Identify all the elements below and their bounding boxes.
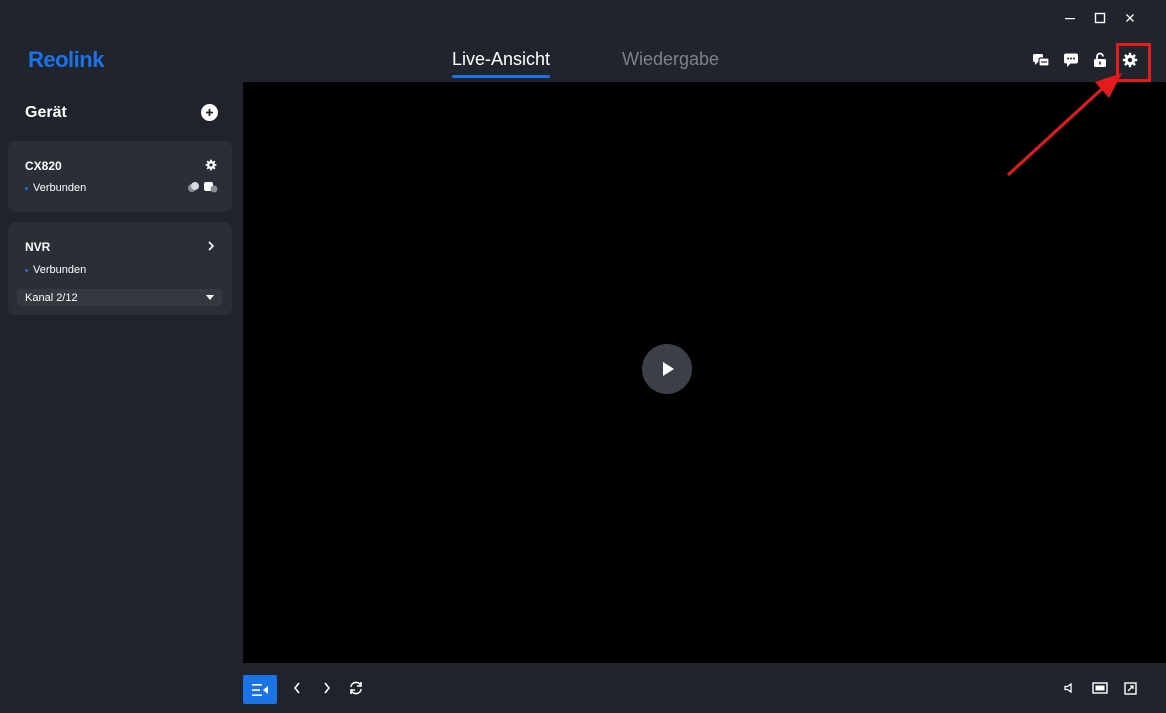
device-card-nvr[interactable]: NVR Verbunden Kanal 2/12 bbox=[8, 222, 232, 315]
tab-live-view-label: Live-Ansicht bbox=[452, 49, 551, 69]
device-name: CX820 bbox=[25, 159, 62, 173]
device-settings-gear-icon[interactable] bbox=[205, 159, 217, 171]
message-center-icon[interactable] bbox=[1030, 49, 1052, 71]
play-icon bbox=[663, 362, 674, 376]
sidebar-title: Gerät bbox=[25, 104, 67, 121]
device-sidebar: Gerät CX820 Verbunden NVR Verbunden Kana… bbox=[0, 82, 243, 713]
tab-live-view[interactable]: Live-Ansicht bbox=[452, 49, 551, 78]
tab-playback-label: Wiedergabe bbox=[622, 49, 720, 69]
status-dot bbox=[25, 268, 28, 272]
chevron-left-icon[interactable] bbox=[285, 676, 309, 700]
refresh-icon[interactable] bbox=[344, 676, 368, 700]
chevron-right-icon[interactable] bbox=[207, 241, 215, 251]
device-status: Verbunden bbox=[25, 182, 86, 194]
device-feature-icons bbox=[187, 181, 221, 193]
device-status: Verbunden bbox=[25, 264, 86, 276]
window-titlebar bbox=[0, 0, 1166, 36]
status-dot bbox=[25, 186, 28, 190]
app-header: Reolink Live-Ansicht Wiedergabe bbox=[0, 36, 1166, 82]
chevron-right-icon[interactable] bbox=[315, 676, 339, 700]
speaker-icon[interactable] bbox=[1057, 676, 1081, 700]
device-card-cx820[interactable]: CX820 Verbunden bbox=[8, 141, 232, 212]
close-icon[interactable] bbox=[1115, 7, 1145, 29]
list-layout-button[interactable] bbox=[243, 675, 277, 704]
device-status-label: Verbunden bbox=[33, 182, 87, 194]
minimize-icon[interactable] bbox=[1055, 7, 1085, 29]
channel-select-value: Kanal 2/12 bbox=[25, 291, 78, 304]
aspect-ratio-icon[interactable] bbox=[1088, 676, 1112, 700]
maximize-icon[interactable] bbox=[1085, 7, 1115, 29]
add-device-button[interactable] bbox=[201, 104, 218, 121]
device-name: NVR bbox=[25, 240, 51, 254]
reolink-logo: Reolink bbox=[28, 47, 104, 72]
play-button[interactable] bbox=[642, 344, 692, 394]
tab-playback[interactable]: Wiedergabe bbox=[622, 49, 719, 70]
bottom-toolbar bbox=[243, 663, 1166, 713]
channel-select[interactable]: Kanal 2/12 bbox=[17, 289, 222, 306]
plus-icon bbox=[206, 109, 213, 116]
annotation-arrow bbox=[1006, 73, 1122, 177]
chevron-down-icon bbox=[206, 295, 214, 300]
lock-icon[interactable] bbox=[1089, 49, 1111, 71]
chat-icon[interactable] bbox=[1060, 49, 1082, 71]
list-layout-icon bbox=[252, 683, 268, 696]
device-status-label: Verbunden bbox=[33, 264, 87, 276]
active-tab-underline bbox=[452, 75, 551, 78]
fullscreen-icon[interactable] bbox=[1118, 676, 1142, 700]
